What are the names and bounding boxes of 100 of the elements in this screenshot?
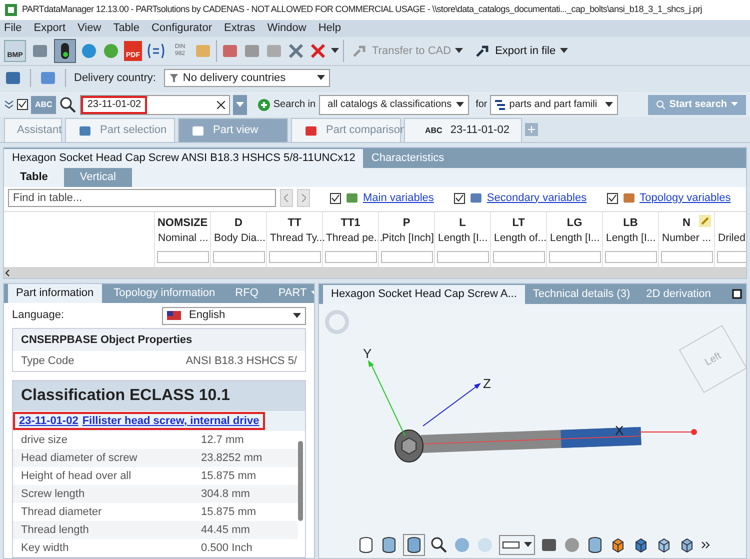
caret-icon[interactable] — [293, 312, 301, 319]
edit-icon[interactable] — [699, 215, 711, 227]
shaded-view-button[interactable] — [403, 534, 425, 556]
zoom-icon[interactable] — [430, 536, 448, 554]
check-icon — [454, 194, 464, 202]
column-filter-field[interactable] — [436, 250, 488, 263]
caret-icon[interactable] — [331, 48, 339, 54]
check-icon — [331, 194, 340, 202]
column-header[interactable]: LT — [512, 215, 525, 231]
caret-icon[interactable] — [560, 48, 568, 54]
previous-button[interactable] — [280, 189, 293, 207]
column-header[interactable]: L — [459, 215, 466, 231]
dropdown-button[interactable] — [233, 94, 248, 114]
search-field[interactable]: 23-11-01-02 — [80, 94, 230, 114]
tab[interactable]: Hexagon Socket Head Cap Screw A... — [323, 285, 525, 304]
column-header[interactable]: LB — [623, 215, 638, 231]
property-value: 15.875 mm — [201, 468, 256, 484]
sphere-icon[interactable] — [453, 536, 471, 554]
column-header[interactable]: D — [234, 215, 242, 231]
scope-dropdown[interactable]: all catalogs & classifications — [318, 94, 469, 114]
column-description: Length [I... — [437, 231, 488, 246]
column-header[interactable]: N — [682, 215, 690, 231]
column-filter-field[interactable] — [212, 250, 264, 263]
property-name: Type Code — [21, 354, 74, 369]
checkbox[interactable] — [330, 192, 341, 204]
property-name: Thread diameter — [21, 504, 103, 520]
column-header[interactable]: LG — [566, 215, 582, 231]
property-value: 23.8252 mm — [201, 450, 262, 466]
column-description: Thread pe... — [325, 231, 383, 246]
cylinder-icon[interactable] — [380, 536, 398, 554]
property-name: Screw length — [21, 486, 86, 502]
column-description: Length of... — [493, 231, 547, 246]
column-filter-field[interactable] — [660, 250, 712, 263]
menu-item[interactable]: File — [4, 20, 22, 37]
menu-item[interactable]: Window — [267, 20, 306, 37]
tab[interactable]: Hexagon Socket Head Cap Screw ANSI B18.3 HSHCS 5/8-11UNCx12 — [4, 149, 364, 168]
scrollbar-thumb[interactable] — [298, 441, 303, 521]
column-header[interactable]: NOMSIZE — [157, 215, 208, 231]
filter-link[interactable]: Topology variables — [640, 190, 731, 206]
find-field[interactable]: Find in table... — [8, 189, 276, 207]
filter-link[interactable]: Main variables — [363, 190, 434, 206]
column-filter-field[interactable] — [156, 250, 208, 263]
clear-icon[interactable] — [217, 100, 226, 108]
cylinder-outline-icon[interactable] — [357, 536, 375, 554]
delivery-dropdown[interactable]: No delivery countries — [164, 69, 330, 87]
caret-icon — [731, 102, 738, 107]
list-icon[interactable] — [146, 42, 166, 60]
chevron-left-icon[interactable] — [4, 268, 12, 276]
cylinder-icon[interactable] — [586, 536, 604, 554]
menu-item[interactable]: Table — [113, 20, 140, 37]
property-value: 304.8 mm — [201, 486, 250, 502]
delete-icon[interactable] — [309, 42, 327, 60]
caret-icon[interactable] — [605, 102, 614, 108]
more-icon[interactable] — [701, 541, 710, 549]
class-description-link[interactable]: Fillister head screw, internal drive — [82, 412, 260, 430]
maximize-icon[interactable] — [732, 289, 742, 299]
measure-dropdown[interactable] — [499, 535, 535, 555]
expand-icon[interactable] — [4, 100, 14, 110]
caret-icon — [236, 102, 244, 108]
traffic-light-button[interactable] — [54, 39, 76, 63]
column-header[interactable]: TT — [288, 215, 302, 231]
tab[interactable]: Part information — [8, 284, 102, 304]
caret-icon[interactable] — [456, 102, 464, 108]
column-header[interactable]: TT1 — [340, 215, 360, 231]
check-icon — [18, 100, 27, 109]
column-filter-field[interactable] — [380, 250, 432, 263]
column-filter-field[interactable] — [268, 250, 320, 263]
horizontal-scrollbar[interactable] — [4, 267, 746, 278]
caret-icon[interactable] — [316, 75, 325, 81]
checkbox[interactable] — [17, 99, 28, 110]
column-filter-field[interactable] — [604, 250, 656, 263]
column-description: Driled — [717, 231, 746, 246]
add-tab-button[interactable] — [525, 123, 538, 136]
search-icon[interactable] — [59, 96, 78, 114]
menu-item[interactable]: Export — [34, 20, 66, 37]
column-filter-field[interactable] — [324, 250, 376, 263]
property-value: ANSI B18.3 HSHCS 5/ — [186, 354, 297, 369]
menu-item[interactable]: Help — [318, 20, 341, 37]
column-filter-field[interactable] — [492, 250, 544, 263]
menu-item[interactable]: Extras — [224, 20, 256, 37]
class-code-link[interactable]: 23-11-01-02 — [19, 412, 78, 430]
toolbar-button[interactable]: Export in file — [471, 40, 572, 62]
checkbox[interactable] — [454, 192, 465, 204]
menu-item[interactable]: View — [78, 20, 102, 37]
globe-icon[interactable] — [80, 42, 98, 60]
caret-icon[interactable] — [524, 542, 532, 548]
search-icon — [656, 100, 666, 109]
plus-icon — [258, 98, 270, 110]
target-dropdown[interactable]: parts and part famili — [490, 94, 618, 114]
property-value: 12.7 mm — [201, 432, 244, 448]
language-dropdown[interactable]: English — [162, 306, 306, 325]
menu-item[interactable]: Configurator — [151, 20, 212, 37]
tab[interactable]: ABC 23-11-01-02 — [404, 118, 522, 142]
filter-link[interactable]: Secondary variables — [486, 190, 587, 206]
column-filter-field[interactable] — [548, 250, 600, 263]
column-header[interactable]: P — [402, 215, 410, 231]
globe-icon[interactable] — [102, 42, 120, 60]
checkbox[interactable] — [606, 192, 618, 204]
property-name: Key width — [21, 540, 70, 556]
next-button[interactable] — [297, 189, 310, 207]
